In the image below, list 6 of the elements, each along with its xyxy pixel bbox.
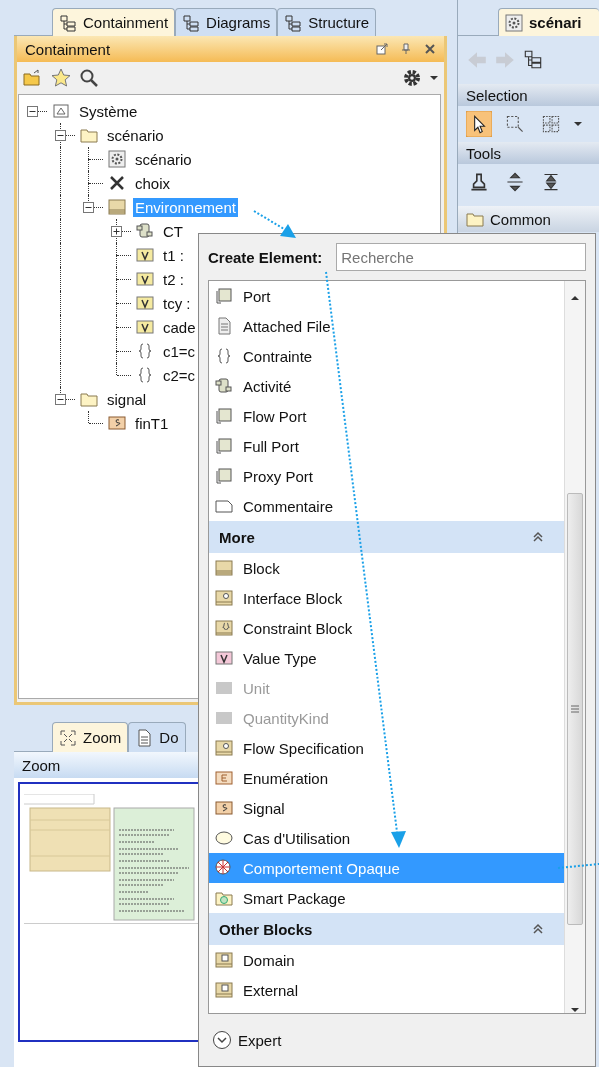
panel-title: Containment [25, 40, 111, 58]
section-title: Other Blocks [219, 920, 313, 938]
popup-title: Create Element: [208, 248, 323, 266]
section-title: More [219, 528, 255, 546]
group-label: Common [490, 210, 551, 228]
panel-title: Zoom [22, 756, 61, 774]
